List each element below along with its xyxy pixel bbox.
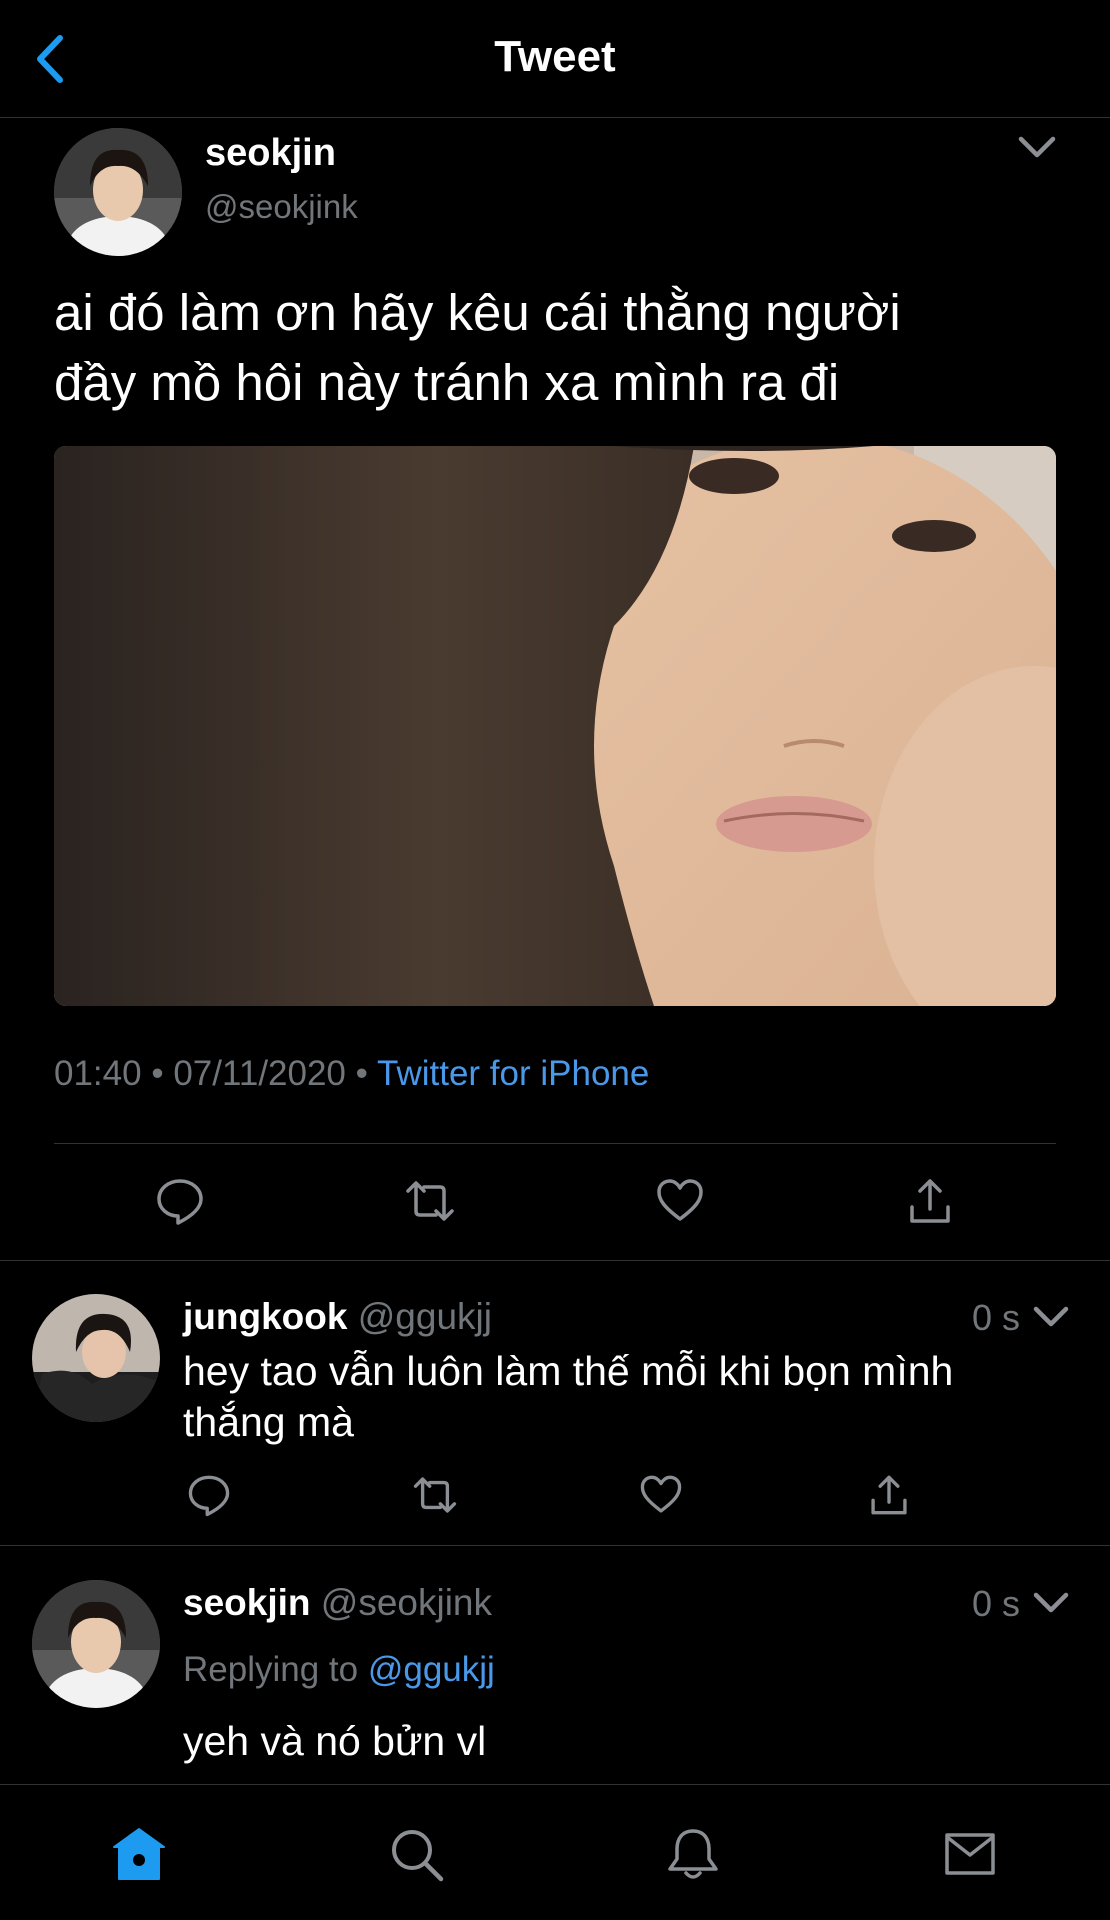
divider <box>0 1260 1110 1261</box>
reply-time: 0 s <box>972 1583 1021 1624</box>
replying-to-label: Replying to <box>183 1650 359 1689</box>
messages-icon <box>945 1833 995 1875</box>
top-nav-bar: Tweet <box>0 0 1110 118</box>
retweet-button[interactable] <box>404 1175 456 1227</box>
tweet-date: 07/11/2020 <box>173 1054 346 1093</box>
tab-notifications[interactable] <box>664 1825 722 1883</box>
tweet-source-link[interactable]: Twitter for iPhone <box>377 1054 649 1093</box>
tweet-options-button[interactable] <box>1015 130 1059 166</box>
divider <box>0 1545 1110 1546</box>
reply-text: hey tao vẫn luôn làm thế mỗi khi bọn mìn… <box>183 1346 1083 1448</box>
notifications-icon <box>668 1829 718 1879</box>
like-button[interactable] <box>638 1472 684 1518</box>
avatar-photo <box>54 128 182 256</box>
reply-author-name: jungkook <box>183 1296 348 1337</box>
meta-separator: • <box>151 1054 164 1093</box>
reply-time: 0 s <box>972 1297 1021 1338</box>
retweet-icon <box>413 1477 457 1513</box>
bottom-tab-bar <box>0 1784 1110 1920</box>
tweet-media-image[interactable] <box>54 446 1056 1006</box>
share-icon <box>910 1179 950 1223</box>
tweet-time: 01:40 <box>54 1054 142 1093</box>
like-button[interactable] <box>654 1175 706 1227</box>
share-button[interactable] <box>904 1175 956 1227</box>
search-icon <box>392 1830 444 1882</box>
reply-author[interactable]: jungkook @ggukjj <box>183 1296 492 1338</box>
reply-options-button[interactable] <box>1030 1300 1072 1334</box>
like-icon <box>657 1179 703 1221</box>
reply-author-name: seokjin <box>183 1582 311 1623</box>
chevron-down-icon <box>1033 1592 1069 1613</box>
reply-button[interactable] <box>154 1175 206 1227</box>
tweet-meta: 01:40 • 07/11/2020 • Twitter for iPhone <box>54 1054 649 1094</box>
reply-options-button[interactable] <box>1030 1586 1072 1620</box>
avatar-photo <box>32 1580 160 1708</box>
author-handle[interactable]: @seokjink <box>205 188 358 226</box>
author-name[interactable]: seokjin <box>205 132 336 175</box>
divider <box>54 1143 1056 1144</box>
reply-author-handle: @seokjink <box>320 1582 493 1623</box>
like-icon <box>640 1475 682 1513</box>
page-title: Tweet <box>494 32 616 81</box>
reply-icon <box>188 1475 230 1517</box>
reply-text-line: hey tao vẫn luôn làm thế mỗi khi bọn mìn… <box>183 1348 954 1394</box>
reply-icon <box>157 1179 203 1225</box>
reply-text: yeh và nó bửn vl <box>183 1718 487 1764</box>
tweet-text: ai đó làm ơn hãy kêu cái thằng người đầy… <box>54 278 1054 418</box>
home-icon <box>113 1828 165 1880</box>
chevron-down-icon <box>1018 136 1056 158</box>
author-avatar[interactable] <box>54 128 182 256</box>
tab-search[interactable] <box>387 1825 445 1883</box>
replying-to: Replying to @ggukjj <box>183 1650 495 1690</box>
avatar-photo <box>32 1294 160 1422</box>
reply-avatar[interactable] <box>32 1580 160 1708</box>
reply-button[interactable] <box>186 1472 232 1518</box>
retweet-button[interactable] <box>412 1472 458 1518</box>
tweet-text-line: đầy mồ hôi này tránh xa mình ra đi <box>54 354 840 411</box>
share-icon <box>871 1475 907 1515</box>
retweet-icon <box>406 1181 454 1221</box>
photo-image <box>54 446 1056 1006</box>
reply-author-handle: @ggukjj <box>357 1296 492 1337</box>
reply-text-line: thắng mà <box>183 1399 354 1445</box>
tab-home[interactable] <box>110 1825 168 1883</box>
meta-separator: • <box>355 1054 368 1093</box>
tweet-text-line: ai đó làm ơn hãy kêu cái thằng người <box>54 284 901 341</box>
replying-to-mention[interactable]: @ggukjj <box>368 1650 495 1689</box>
reply-author[interactable]: seokjin @seokjink <box>183 1582 492 1624</box>
tab-messages[interactable] <box>941 1825 999 1883</box>
chevron-down-icon <box>1033 1306 1069 1327</box>
reply-avatar[interactable] <box>32 1294 160 1422</box>
share-button[interactable] <box>866 1472 912 1518</box>
